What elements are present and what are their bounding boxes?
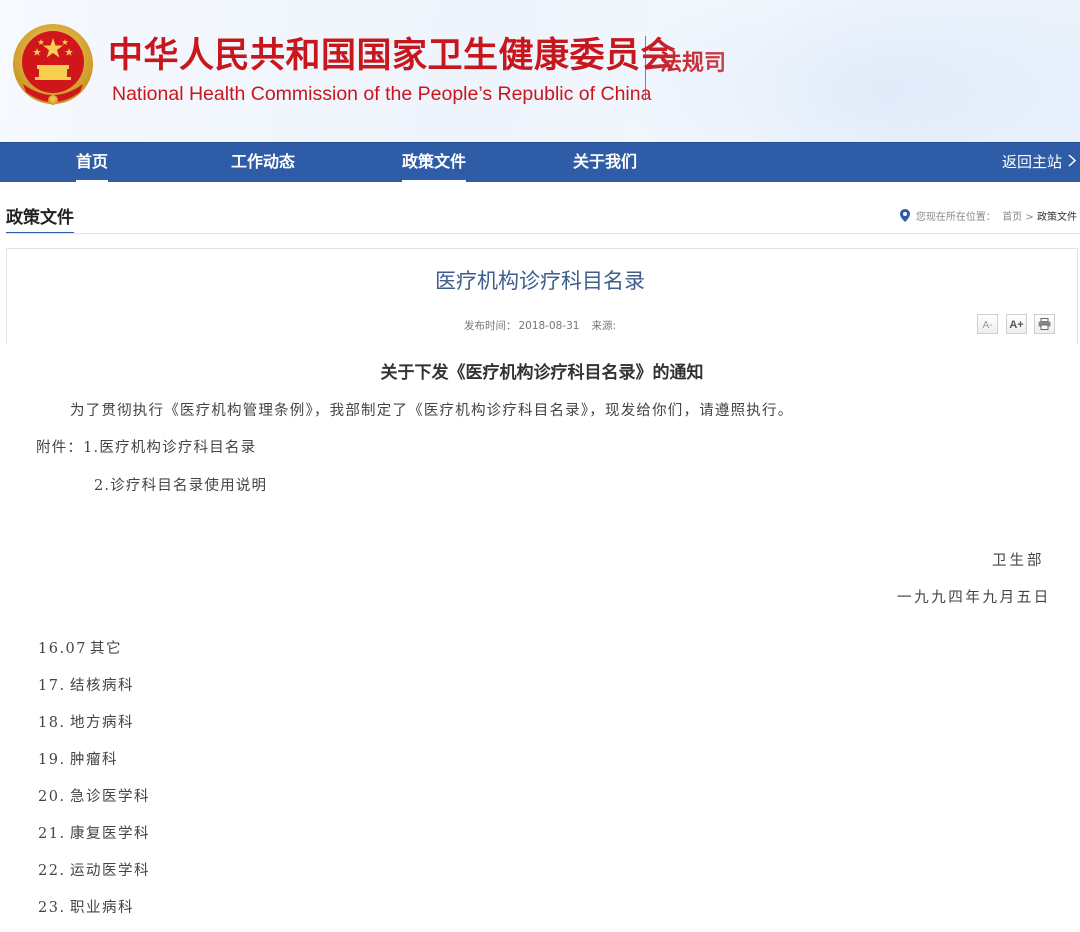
- list-item-name: 职业病科: [70, 900, 134, 916]
- list-item-name: 其它: [90, 641, 122, 657]
- list-item-name: 地方病科: [70, 715, 134, 731]
- attachment-line-2: 2.诊疗科目名录使用说明: [94, 478, 268, 494]
- list-item-number: 21.: [38, 826, 66, 842]
- breadcrumb-separator: >: [1022, 212, 1037, 223]
- article-meta: 发布时间： 2018-08-31 来源:: [0, 318, 1080, 334]
- publish-label: 发布时间：: [463, 320, 517, 332]
- source-label: 来源:: [591, 320, 617, 332]
- breadcrumb-current[interactable]: 政策文件: [1037, 212, 1077, 223]
- list-item: 19. 肿瘤科: [38, 749, 118, 771]
- list-item-name: 结核病科: [70, 678, 134, 694]
- signer: 卫生部: [992, 553, 1045, 569]
- site-name-english[interactable]: National Health Commission of the People…: [112, 81, 651, 107]
- attachment-line-1: 附件：1.医疗机构诊疗科目名录: [36, 440, 257, 456]
- list-item: 17. 结核病科: [38, 675, 134, 697]
- section-divider: [6, 233, 1080, 234]
- map-pin-icon: [899, 209, 910, 229]
- list-item: 23. 职业病科: [38, 897, 134, 919]
- back-to-main-site-label: 返回主站: [1001, 153, 1062, 171]
- font-increase-label: A+: [1009, 319, 1024, 331]
- breadcrumb: 您现在所在位置： 首页 > 政策文件: [899, 209, 1077, 229]
- nav-item-work-news[interactable]: 工作动态: [231, 143, 295, 183]
- publish-date: 2018-08-31: [518, 320, 580, 332]
- document-paragraph: 为了贯彻执行《医疗机构管理条例》，我部制定了《医疗机构诊疗科目名录》，现发给你们…: [70, 403, 794, 419]
- list-item: 22. 运动医学科: [38, 860, 150, 882]
- back-to-main-site-link[interactable]: 返回主站: [1001, 143, 1077, 183]
- breadcrumb-home-link[interactable]: 首页: [1002, 212, 1022, 223]
- site-header: 中华人民共和国国家卫生健康委员会 National Health Commiss…: [0, 0, 1080, 142]
- font-decrease-label: A-: [982, 320, 993, 331]
- article-title: 医疗机构诊疗科目名录: [435, 269, 645, 293]
- breadcrumb-prefix: 您现在所在位置：: [915, 212, 996, 223]
- list-item: 16.07 其它: [38, 638, 122, 660]
- main-nav: 首页 工作动态 政策文件 关于我们 返回主站: [0, 142, 1080, 182]
- header-divider: [645, 36, 646, 100]
- section-title: 政策文件: [6, 206, 74, 234]
- site-name-chinese[interactable]: 中华人民共和国国家卫生健康委员会: [108, 30, 676, 82]
- font-decrease-button[interactable]: A-: [977, 314, 998, 334]
- document-heading: 关于下发《医疗机构诊疗科目名录》的通知: [380, 363, 704, 383]
- list-item-name: 运动医学科: [70, 863, 150, 879]
- list-item-number: 23.: [38, 900, 66, 916]
- nav-item-home[interactable]: 首页: [76, 143, 109, 183]
- list-item-name: 急诊医学科: [70, 789, 150, 805]
- nav-item-policy-documents[interactable]: 政策文件: [402, 143, 467, 183]
- list-item: 21. 康复医学科: [38, 823, 150, 845]
- list-item-number: 19.: [38, 752, 66, 768]
- list-item-number: 20.: [38, 789, 66, 805]
- nav-item-about-us[interactable]: 关于我们: [573, 143, 637, 183]
- list-item: 18. 地方病科: [38, 712, 134, 734]
- print-button[interactable]: [1034, 314, 1055, 334]
- signing-date: 一九九四年九月五日: [897, 590, 1051, 606]
- national-emblem-icon[interactable]: [10, 20, 96, 114]
- department-name[interactable]: 法规司: [660, 48, 726, 80]
- list-item: 20. 急诊医学科: [38, 786, 150, 808]
- list-item-name: 康复医学科: [70, 826, 150, 842]
- print-icon: [1038, 318, 1051, 330]
- list-item-number: 17.: [38, 678, 66, 694]
- list-item-number: 22.: [38, 863, 66, 879]
- list-item-number: 16.07: [38, 641, 88, 657]
- list-item-name: 肿瘤科: [70, 752, 118, 768]
- font-increase-button[interactable]: A+: [1006, 314, 1027, 334]
- chevron-right-icon: [1068, 143, 1077, 181]
- list-item-number: 18.: [38, 715, 66, 731]
